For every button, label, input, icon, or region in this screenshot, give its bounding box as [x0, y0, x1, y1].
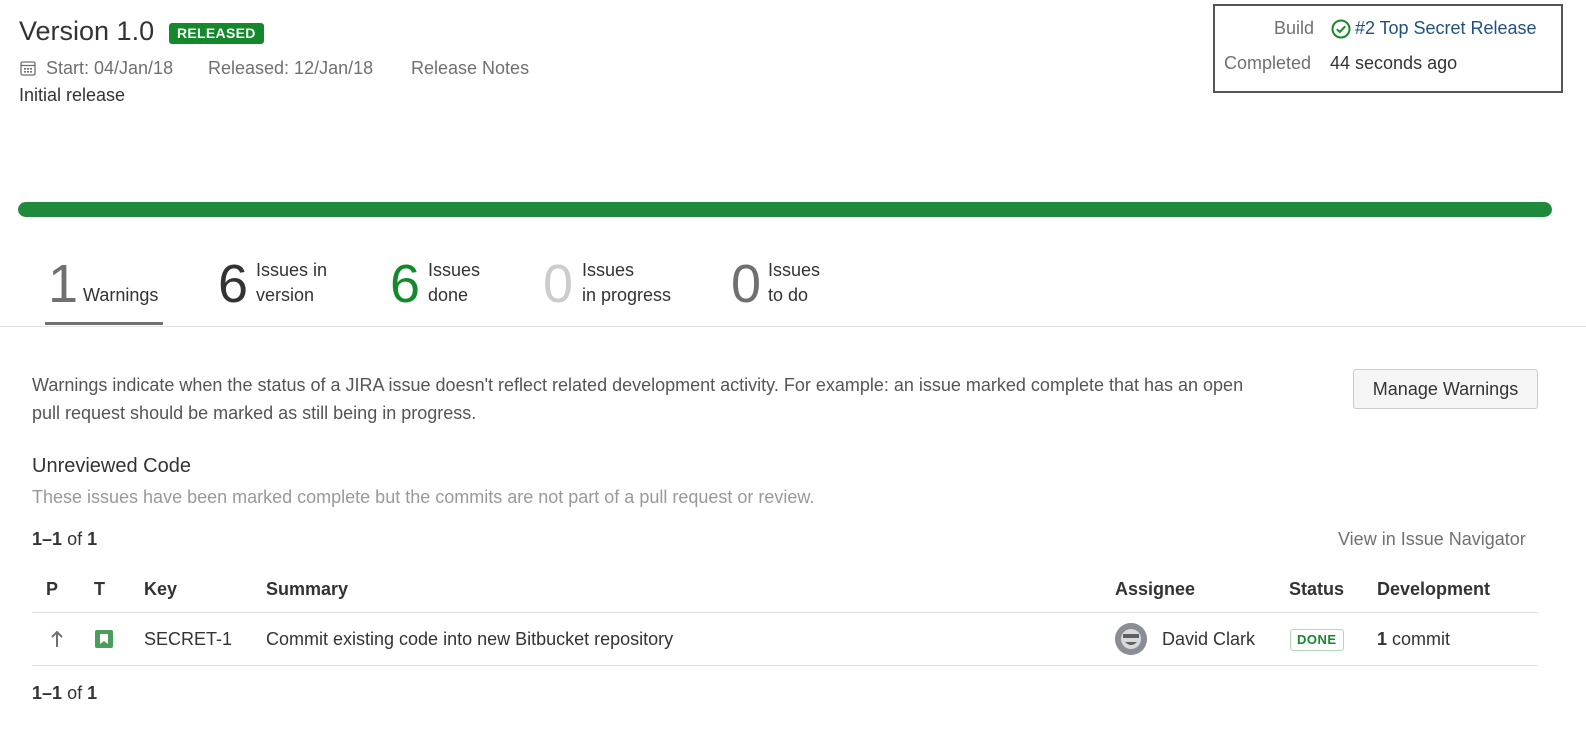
development-label: commit — [1392, 629, 1451, 649]
check-circle-icon — [1331, 19, 1351, 39]
released-badge: RELEASED — [169, 23, 264, 44]
col-header-key: Key — [144, 579, 178, 599]
build-label: Build — [1274, 18, 1315, 38]
issues-to-do-sublabel: to do — [768, 285, 809, 305]
issues-in-progress-sublabel: in progress — [582, 285, 672, 305]
col-header-development: Development — [1377, 579, 1491, 599]
status-badge: DONE — [1290, 629, 1344, 651]
build-name: Top Secret Release — [1379, 18, 1537, 38]
view-in-issue-navigator-link[interactable]: View in Issue Navigator — [1338, 529, 1526, 550]
issues-to-do-count: 0 — [731, 254, 762, 314]
release-notes-link[interactable]: Release Notes — [411, 58, 529, 79]
start-date: Start: 04/Jan/18 — [46, 58, 174, 78]
build-number: #2 — [1355, 18, 1376, 38]
warnings-description-line-2: pull request should be marked as still b… — [32, 403, 477, 423]
table-header-divider — [32, 612, 1538, 613]
tab-issues-in-progress[interactable]: 0 Issues in progress — [543, 250, 683, 324]
issues-to-do-label: Issues — [768, 260, 821, 280]
arrow-up-icon — [51, 630, 63, 647]
progress-fill — [18, 202, 1552, 217]
table-row-divider — [32, 665, 1538, 666]
assignee-name[interactable]: David Clark — [1162, 629, 1255, 650]
warnings-description-line-1: Warnings indicate when the status of a J… — [32, 375, 1244, 395]
issue-key-link[interactable]: SECRET-1 — [144, 629, 232, 650]
calendar-icon — [20, 61, 36, 76]
development-link[interactable]: 1 commit — [1377, 629, 1450, 650]
result-total-bottom: 1 — [87, 683, 98, 703]
tab-issues-in-version[interactable]: 6 Issues in version — [216, 250, 346, 324]
avatar — [1115, 623, 1147, 655]
col-header-priority: P — [46, 579, 59, 599]
build-info-panel: Build #2 Top Secret Release Completed 44… — [1213, 4, 1563, 93]
col-header-type: T — [94, 579, 105, 599]
result-count-top: 1–1 of 1 — [32, 529, 97, 550]
warnings-count: 1 — [48, 254, 79, 314]
issues-in-version-count: 6 — [218, 254, 249, 314]
completed-value: 44 seconds ago — [1330, 53, 1458, 73]
issues-done-count: 6 — [390, 254, 421, 314]
warnings-label: Warnings — [83, 285, 159, 305]
tabs-divider — [0, 326, 1586, 327]
story-icon — [95, 630, 113, 648]
unreviewed-code-heading: Unreviewed Code — [32, 455, 191, 477]
col-header-status: Status — [1289, 579, 1345, 599]
manage-warnings-button[interactable]: Manage Warnings — [1353, 369, 1538, 409]
issues-done-label: Issues — [428, 260, 481, 280]
issues-in-version-sublabel: version — [256, 285, 315, 305]
completed-label: Completed — [1224, 53, 1312, 73]
col-header-assignee: Assignee — [1115, 579, 1196, 599]
tab-issues-to-do[interactable]: 0 Issues to do — [730, 250, 840, 324]
col-header-summary: Summary — [266, 579, 349, 599]
issues-in-progress-count: 0 — [543, 254, 574, 314]
tab-warnings[interactable]: 1 Warnings — [45, 250, 165, 324]
progress-bar — [18, 202, 1552, 217]
release-date: Released: 12/Jan/18 — [208, 58, 374, 78]
result-of: of — [67, 529, 83, 549]
development-count: 1 — [1377, 629, 1388, 649]
version-description: Initial release — [19, 85, 126, 105]
issue-summary-link[interactable]: Commit existing code into new Bitbucket … — [266, 629, 673, 650]
issues-in-progress-label: Issues — [582, 260, 635, 280]
version-title: Version 1.0 — [19, 16, 155, 46]
issues-in-version-label: Issues in — [256, 260, 328, 280]
unreviewed-code-description: These issues have been marked complete b… — [32, 487, 815, 507]
user-avatar-icon — [1115, 623, 1147, 655]
result-of-bottom: of — [67, 683, 83, 703]
result-count-bottom: 1–1 of 1 — [32, 683, 97, 704]
tab-issues-done[interactable]: 6 Issues done — [389, 250, 499, 324]
result-total: 1 — [87, 529, 98, 549]
warnings-description: Warnings indicate when the status of a J… — [32, 371, 1332, 427]
result-range: 1–1 — [32, 529, 63, 549]
active-tab-indicator — [45, 322, 163, 325]
result-range-bottom: 1–1 — [32, 683, 63, 703]
build-link[interactable]: #2 Top Secret Release — [1355, 18, 1537, 39]
issues-done-sublabel: done — [428, 285, 469, 305]
